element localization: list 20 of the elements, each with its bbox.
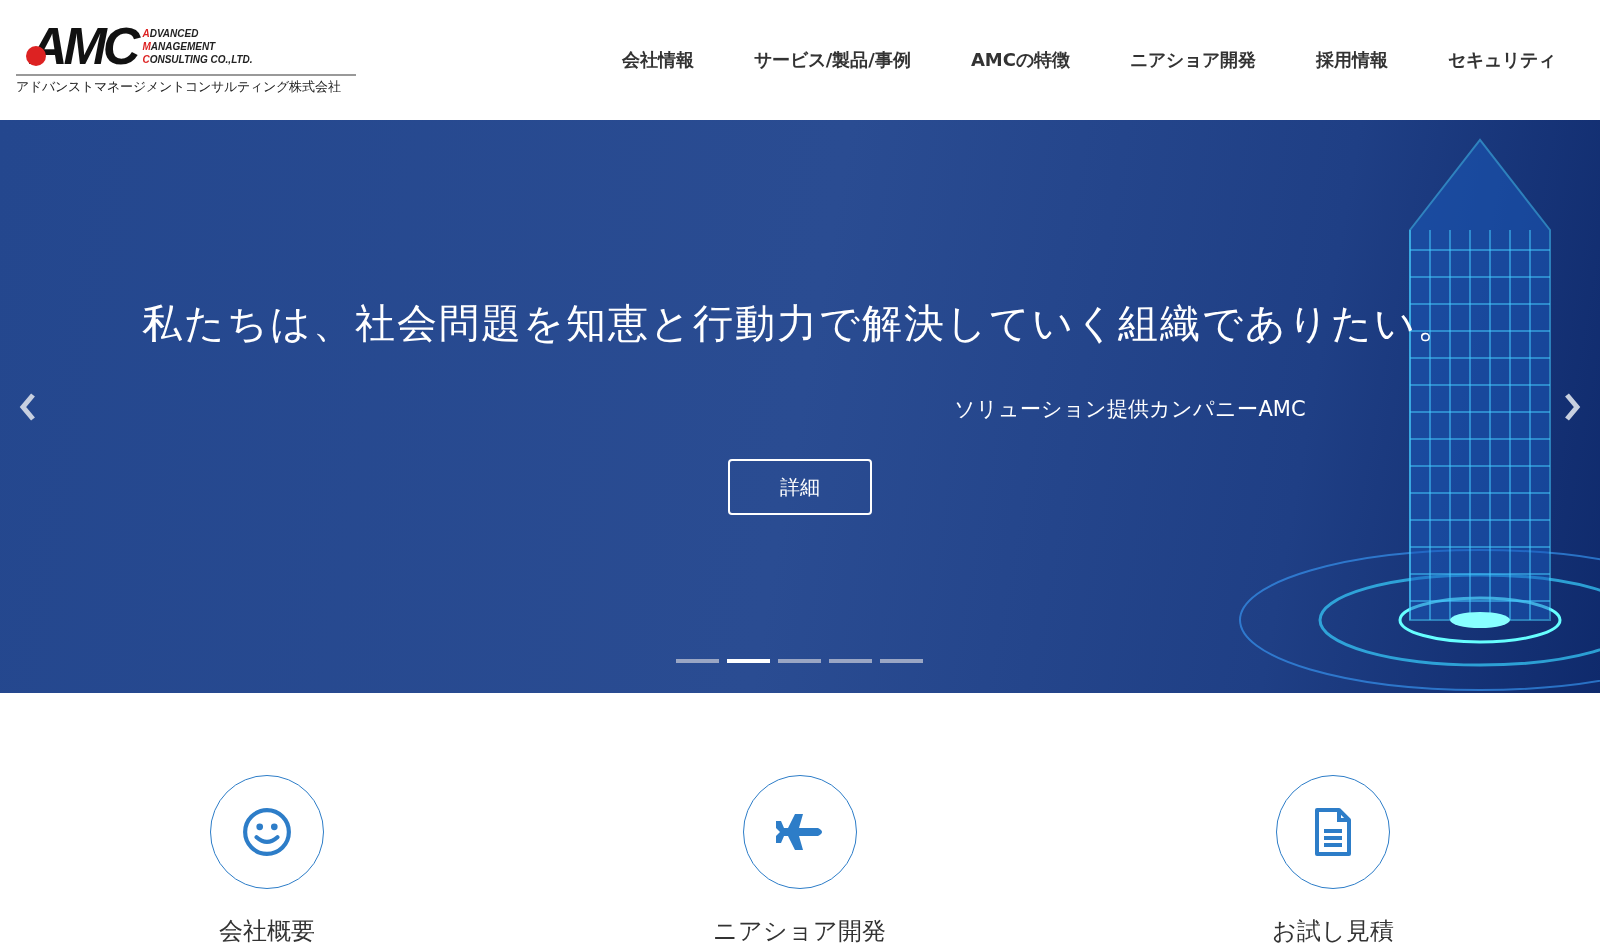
document-icon xyxy=(1313,806,1354,858)
nav-link[interactable]: サービス/製品/事例 xyxy=(753,48,911,72)
nav-link[interactable]: 採用情報 xyxy=(1316,48,1388,72)
nav-link[interactable]: セキュリティ xyxy=(1448,48,1556,72)
feature-label[interactable]: 会社概要 xyxy=(218,915,315,947)
nav-link[interactable]: 会社情報 xyxy=(621,48,694,72)
next-slide-icon[interactable] xyxy=(1562,392,1582,422)
smiley-icon xyxy=(241,807,292,857)
logo-text: CONSULTING CO.,LTD. xyxy=(142,52,253,66)
hero-headline: 私たちは、社会問題を知恵と行動力で解決していく組織でありたい。 xyxy=(141,299,1459,348)
feature-label[interactable]: お試し見積 xyxy=(1272,915,1395,947)
logo-text: ADVANCED xyxy=(142,26,200,40)
nav-link[interactable]: ニアショア開発 xyxy=(1130,48,1256,72)
logo-text: MANAGEMENT xyxy=(142,39,217,53)
previous-slide-icon[interactable] xyxy=(18,392,38,422)
nav-link[interactable]: AMCの特徴 xyxy=(970,48,1070,72)
logo-subtitle: アドバンストマネージメントコンサルティング株式会社 xyxy=(16,74,356,96)
details-button[interactable]: 詳細 xyxy=(728,459,872,515)
feature-label[interactable]: ニアショア開発 xyxy=(713,915,887,947)
hero-tagline: ソリューション提供カンパニーAMC xyxy=(954,396,1306,423)
